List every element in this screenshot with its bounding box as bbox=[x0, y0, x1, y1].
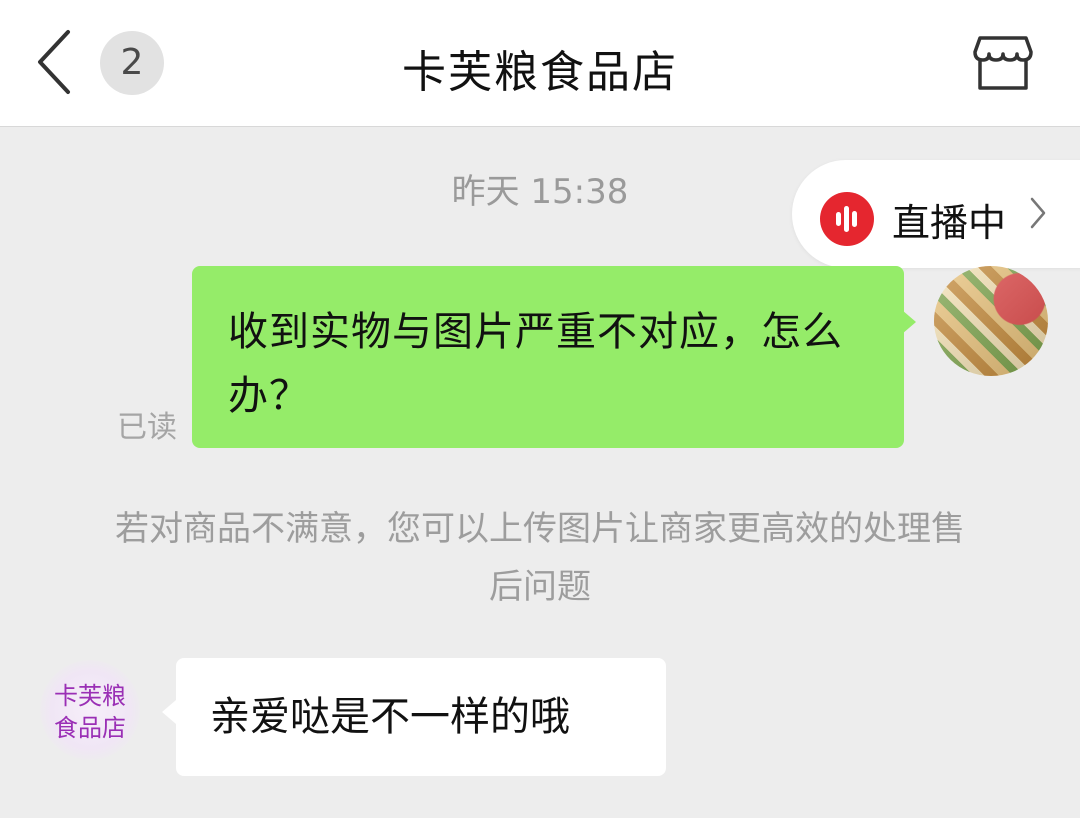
read-status: 已读 bbox=[117, 410, 177, 445]
shop-avatar-text: 卡芙粮食品店 bbox=[54, 682, 126, 742]
user-avatar[interactable] bbox=[934, 266, 1048, 376]
chat-header: 2 卡芙粮食品店 bbox=[0, 0, 1080, 127]
incoming-bubble-tail bbox=[162, 700, 176, 724]
system-notice: 若对商品不满意，您可以上传图片让商家更高效的处理售后问题 bbox=[115, 509, 965, 607]
store-icon[interactable] bbox=[972, 34, 1034, 92]
chevron-right-icon bbox=[1030, 197, 1046, 229]
page-title: 卡芙粮食品店 bbox=[402, 47, 678, 98]
outgoing-bubble-tail bbox=[902, 310, 916, 334]
live-audio-icon bbox=[820, 192, 874, 246]
incoming-message-bubble[interactable]: 亲爱哒是不一样的哦 bbox=[176, 658, 666, 776]
shop-avatar[interactable]: 卡芙粮食品店 bbox=[40, 660, 140, 760]
outgoing-message-bubble[interactable]: 收到实物与图片严重不对应，怎么办？ bbox=[192, 266, 904, 448]
live-stream-button[interactable]: 直播中 bbox=[792, 160, 1080, 268]
live-label: 直播中 bbox=[892, 201, 1007, 245]
